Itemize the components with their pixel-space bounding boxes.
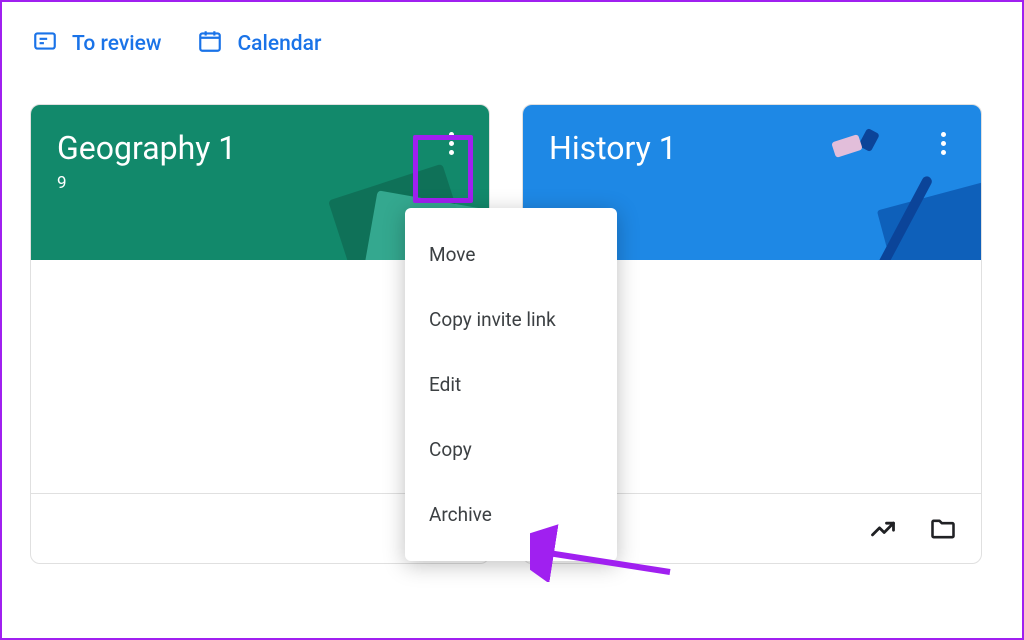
analytics-icon[interactable] [867,513,899,545]
card-more-button[interactable] [431,123,471,163]
calendar-label: Calendar [237,32,321,56]
menu-item-move[interactable]: Move [405,222,617,287]
to-review-link[interactable]: To review [32,28,161,60]
card-more-button[interactable] [923,123,963,163]
menu-item-copy-invite-link[interactable]: Copy invite link [405,287,617,352]
to-review-label: To review [72,32,161,56]
menu-item-archive[interactable]: Archive [405,482,617,547]
menu-item-edit[interactable]: Edit [405,352,617,417]
menu-item-copy[interactable]: Copy [405,417,617,482]
topbar: To review Calendar [2,2,1022,80]
review-icon [32,28,58,60]
more-vert-icon [449,130,454,157]
card-context-menu: Move Copy invite link Edit Copy Archive [405,208,617,561]
more-vert-icon [941,130,946,157]
calendar-link[interactable]: Calendar [197,28,321,60]
folder-icon[interactable] [927,513,959,545]
calendar-icon [197,28,223,60]
